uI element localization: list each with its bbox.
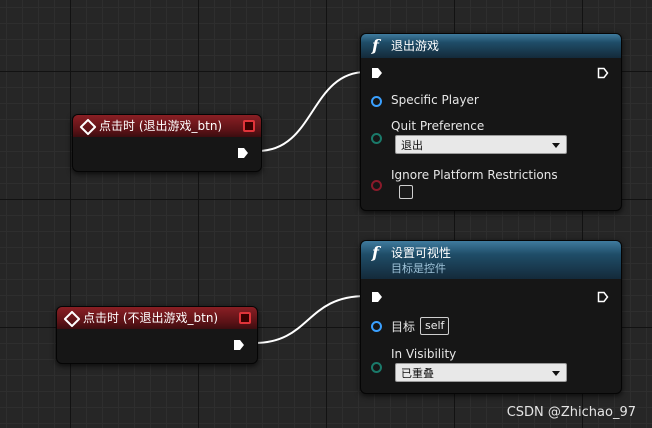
function-node-header: f 设置可视性 目标是控件 [361, 241, 621, 279]
event-node-quit[interactable]: 点击时 (退出游戏_btn) [72, 114, 262, 172]
event-node-no-quit[interactable]: 点击时 (不退出游戏_btn) [56, 306, 258, 364]
event-node-title: 点击时 (退出游戏_btn) [99, 119, 223, 133]
function-node-title: 设置可视性 [391, 246, 452, 260]
function-node-header: f 退出游戏 [361, 34, 621, 58]
exec-out-pin[interactable] [597, 291, 609, 303]
ignore-restrictions-pin[interactable] [371, 180, 382, 191]
event-node-title: 点击时 (不退出游戏_btn) [83, 311, 219, 325]
target-self-value[interactable]: self [420, 317, 450, 335]
set-visibility-node[interactable]: f 设置可视性 目标是控件 目标 self In Visibility 已重叠 [360, 240, 622, 394]
exec-out-pin[interactable] [597, 67, 609, 79]
quit-game-node[interactable]: f 退出游戏 Specific Player Quit Preference 退… [360, 33, 622, 211]
in-visibility-label: In Visibility [391, 347, 457, 361]
function-node-title: 退出游戏 [391, 39, 440, 53]
chevron-down-icon [552, 371, 560, 376]
chevron-down-icon [552, 143, 560, 148]
exec-in-pin[interactable] [371, 291, 383, 303]
in-visibility-value: 已重叠 [401, 367, 434, 380]
in-visibility-pin[interactable] [371, 362, 382, 373]
target-label: 目标 [391, 320, 416, 334]
function-icon: f [372, 243, 379, 262]
function-node-subtitle: 目标是控件 [391, 262, 446, 275]
quit-preference-dropdown[interactable]: 退出 [395, 135, 567, 154]
function-icon: f [372, 36, 379, 55]
specific-player-label: Specific Player [391, 93, 479, 107]
event-diamond-icon [79, 118, 97, 136]
event-diamond-icon [63, 310, 81, 328]
quit-preference-value: 退出 [401, 139, 423, 152]
exec-wire-quit[interactable] [257, 71, 367, 152]
quit-preference-pin[interactable] [371, 133, 382, 144]
ignore-restrictions-label: Ignore Platform Restrictions [391, 168, 558, 182]
in-visibility-dropdown[interactable]: 已重叠 [395, 363, 567, 382]
quit-preference-label: Quit Preference [391, 119, 485, 133]
ignore-restrictions-checkbox[interactable] [399, 185, 413, 199]
exec-out-pin[interactable] [233, 339, 245, 351]
specific-player-pin[interactable] [371, 96, 382, 107]
target-pin[interactable] [371, 321, 382, 332]
exec-in-pin[interactable] [371, 67, 383, 79]
exec-wire-visibility[interactable] [253, 295, 367, 344]
delegate-pin-icon[interactable] [239, 312, 251, 324]
exec-out-pin[interactable] [237, 147, 249, 159]
event-node-header: 点击时 (退出游戏_btn) [73, 115, 261, 137]
watermark: CSDN @Zhichao_97 [506, 405, 636, 420]
delegate-pin-icon[interactable] [243, 120, 255, 132]
event-node-header: 点击时 (不退出游戏_btn) [57, 307, 257, 329]
